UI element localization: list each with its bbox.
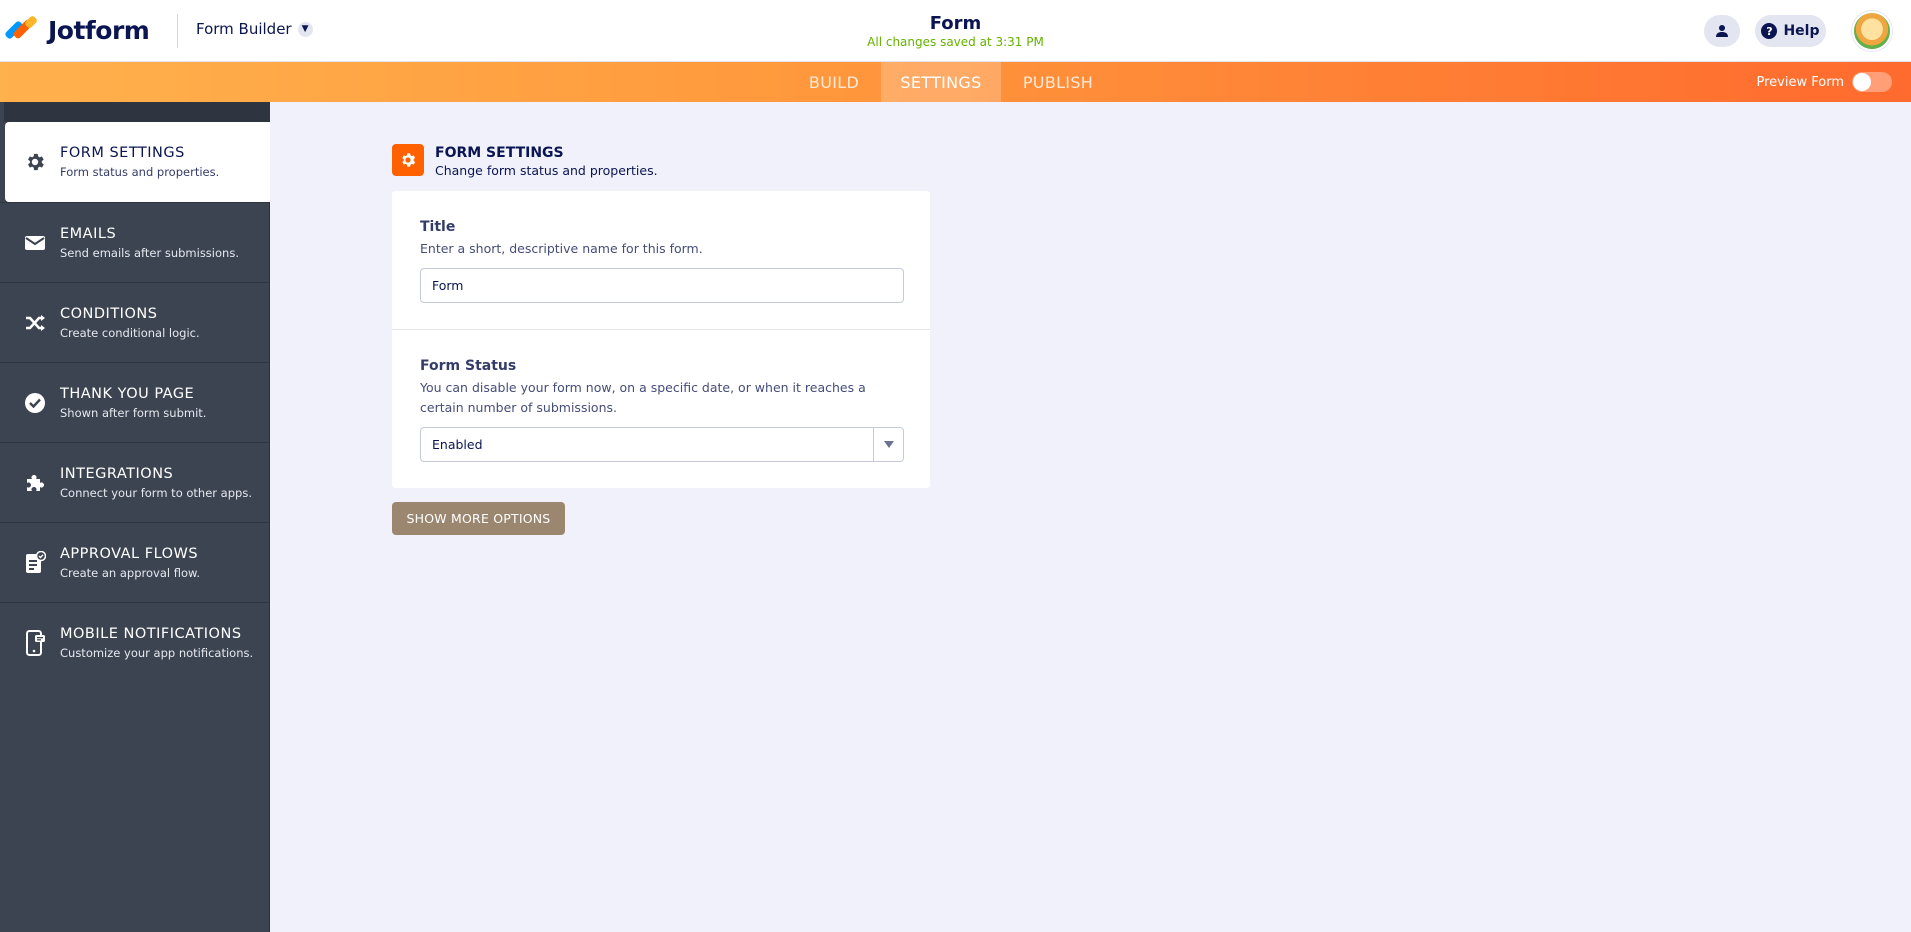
settings-card: Title Enter a short, descriptive name fo… bbox=[392, 191, 930, 488]
chevron-down-icon bbox=[873, 428, 903, 461]
sidebar-item-desc: Create conditional logic. bbox=[60, 325, 200, 340]
sidebar-item-title: APPROVAL FLOWS bbox=[60, 545, 199, 562]
sidebar-item-approval-flows[interactable]: APPROVAL FLOWS Create an approval flow. bbox=[0, 522, 270, 602]
sidebar-item-title: INTEGRATIONS bbox=[60, 465, 174, 482]
check-circle-icon bbox=[23, 391, 47, 415]
tab-build[interactable]: BUILD bbox=[793, 62, 875, 102]
shuffle-icon bbox=[23, 311, 47, 335]
help-button[interactable]: ? Help bbox=[1755, 15, 1826, 47]
title-field-help: Enter a short, descriptive name for this… bbox=[420, 241, 703, 256]
sidebar-item-desc: Shown after form submit. bbox=[60, 405, 207, 420]
jotform-logo-icon bbox=[4, 14, 39, 44]
section-header: FORM SETTINGS Change form status and pro… bbox=[392, 144, 658, 178]
sidebar-item-conditions[interactable]: CONDITIONS Create conditional logic. bbox=[0, 282, 270, 362]
section-description: Change form status and properties. bbox=[435, 163, 658, 178]
sidebar-item-title: MOBILE NOTIFICATIONS bbox=[60, 625, 242, 642]
sidebar-item-title: CONDITIONS bbox=[60, 305, 158, 322]
top-header: Jotform Form Builder ▼ Form All changes … bbox=[0, 0, 1911, 62]
form-status-select[interactable]: Enabled bbox=[420, 427, 904, 462]
sidebar-item-form-settings[interactable]: FORM SETTINGS Form status and properties… bbox=[5, 122, 270, 202]
form-title[interactable]: Form bbox=[930, 13, 982, 34]
form-status-label: Form Status bbox=[420, 358, 517, 374]
sidebar-item-desc: Form status and properties. bbox=[60, 165, 220, 179]
tab-settings[interactable]: SETTINGS bbox=[881, 62, 1001, 102]
form-builder-switcher[interactable]: Form Builder ▼ bbox=[196, 20, 313, 38]
sidebar-item-emails[interactable]: EMAILS Send emails after submissions. bbox=[0, 202, 270, 282]
mobile-notification-icon bbox=[23, 629, 47, 656]
logo-text: Jotform bbox=[48, 15, 150, 45]
form-status-value: Enabled bbox=[432, 437, 483, 452]
avatar[interactable] bbox=[1852, 11, 1892, 51]
puzzle-icon bbox=[23, 471, 47, 495]
section-title: FORM SETTINGS bbox=[435, 145, 564, 161]
tab-publish[interactable]: PUBLISH bbox=[1016, 62, 1100, 102]
approval-icon bbox=[23, 550, 47, 575]
toggle-knob bbox=[1853, 73, 1871, 91]
show-more-options-button[interactable]: SHOW MORE OPTIONS bbox=[392, 502, 565, 535]
sidebar-item-desc: Send emails after submissions. bbox=[60, 245, 239, 260]
user-icon bbox=[1716, 25, 1728, 37]
form-title-input[interactable] bbox=[420, 268, 904, 303]
gear-icon bbox=[392, 144, 424, 176]
account-button[interactable] bbox=[1704, 15, 1740, 47]
sidebar-item-desc: Create an approval flow. bbox=[60, 565, 201, 580]
sidebar-item-title: THANK YOU PAGE bbox=[60, 385, 195, 402]
sidebar-item-mobile-notifications[interactable]: MOBILE NOTIFICATIONS Customize your app … bbox=[0, 602, 270, 682]
header-divider bbox=[177, 14, 178, 48]
gear-icon bbox=[23, 150, 47, 174]
title-field-label: Title bbox=[420, 219, 456, 235]
chevron-down-icon: ▼ bbox=[297, 21, 313, 37]
question-icon: ? bbox=[1761, 23, 1778, 39]
sidebar-item-desc: Customize your app notifications. bbox=[60, 645, 254, 660]
form-status-help: You can disable your form now, on a spec… bbox=[420, 380, 866, 415]
envelope-icon bbox=[23, 231, 47, 255]
sidebar-item-integrations[interactable]: INTEGRATIONS Connect your form to other … bbox=[0, 442, 270, 522]
sidebar-item-desc: Connect your form to other apps. bbox=[60, 485, 252, 500]
settings-sidebar: FORM SETTINGS Form status and properties… bbox=[0, 102, 270, 932]
sidebar-item-title: EMAILS bbox=[60, 225, 117, 242]
help-label: Help bbox=[1783, 23, 1820, 39]
sidebar-item-thank-you-page[interactable]: THANK YOU PAGE Shown after form submit. bbox=[0, 362, 270, 442]
preview-toggle[interactable] bbox=[1852, 72, 1892, 92]
card-divider bbox=[392, 329, 930, 330]
preview-form-control: Preview Form bbox=[1757, 72, 1892, 92]
sidebar-item-title: FORM SETTINGS bbox=[60, 145, 185, 161]
builder-nav-bar: BUILD SETTINGS PUBLISH Preview Form bbox=[0, 62, 1911, 102]
jotform-logo[interactable]: Jotform bbox=[4, 14, 150, 46]
preview-label: Preview Form bbox=[1756, 74, 1844, 90]
sidebar-top-strip bbox=[4, 102, 270, 122]
builder-label: Form Builder bbox=[196, 20, 292, 38]
